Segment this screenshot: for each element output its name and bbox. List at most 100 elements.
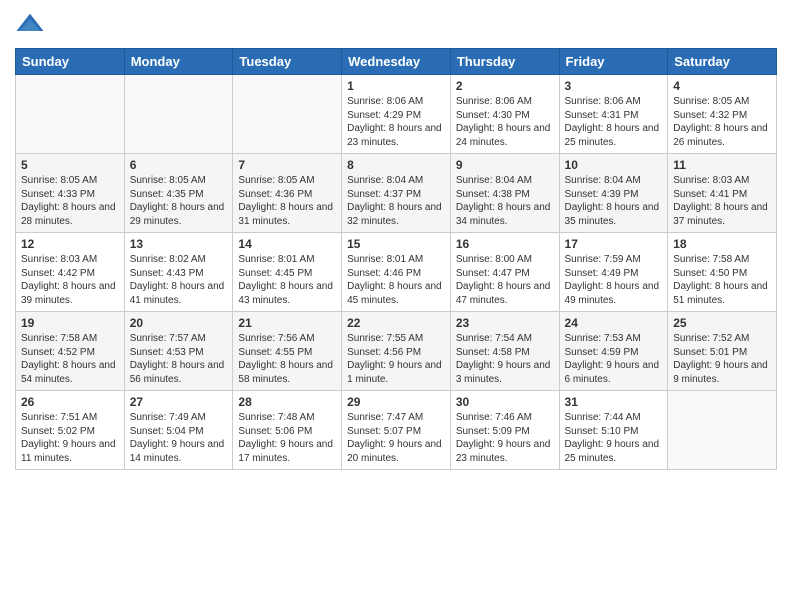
- calendar-cell: 5 Sunrise: 8:05 AM Sunset: 4:33 PM Daylig…: [16, 154, 125, 233]
- calendar-cell: 18Sunrise: 7:58 AM Sunset: 4:50 PM Dayli…: [668, 233, 777, 312]
- day-number: 15: [347, 237, 445, 251]
- day-info: Sunrise: 7:57 AM Sunset: 4:53 PM Dayligh…: [130, 332, 228, 386]
- day-info: Sunrise: 8:02 AM Sunset: 4:43 PM Dayligh…: [130, 253, 228, 307]
- calendar-cell: 13 Sunrise: 8:02 AM Sunset: 4:43 PM Dayli…: [124, 233, 233, 312]
- day-info: Sunrise: 8:01 AM Sunset: 4:45 PM Dayligh…: [238, 253, 336, 307]
- page-container: SundayMondayTuesdayWednesdayThursdayFrid…: [0, 0, 792, 612]
- calendar-cell: 6Sunrise: 8:05 AM Sunset: 4:35 PM Daylig…: [124, 154, 233, 233]
- day-number: 21: [238, 316, 336, 330]
- calendar-cell: 21 Sunrise: 7:56 AM Sunset: 4:55 PM Dayli…: [233, 312, 342, 391]
- day-info: Sunrise: 7:52 AM Sunset: 5:01 PM Dayligh…: [673, 332, 771, 386]
- day-number: 4: [673, 79, 771, 93]
- calendar-cell: 7 Sunrise: 8:05 AM Sunset: 4:36 PM Daylig…: [233, 154, 342, 233]
- day-info: Sunrise: 8:04 AM Sunset: 4:38 PM Dayligh…: [456, 174, 554, 228]
- day-number: 3: [565, 79, 663, 93]
- logo: [15, 10, 49, 40]
- calendar-cell: 24Sunrise: 7:53 AM Sunset: 4:59 PM Dayli…: [559, 312, 668, 391]
- calendar-table: SundayMondayTuesdayWednesdayThursdayFrid…: [15, 48, 777, 470]
- calendar-header-row: SundayMondayTuesdayWednesdayThursdayFrid…: [16, 49, 777, 75]
- day-info: Sunrise: 7:56 AM Sunset: 4:55 PM Dayligh…: [238, 332, 336, 386]
- day-number: 14: [238, 237, 336, 251]
- day-number: 9: [456, 158, 554, 172]
- day-info: Sunrise: 7:47 AM Sunset: 5:07 PM Dayligh…: [347, 411, 445, 465]
- day-number: 7: [238, 158, 336, 172]
- calendar-cell: 16 Sunrise: 8:00 AM Sunset: 4:47 PM Dayli…: [450, 233, 559, 312]
- calendar-cell: 10 Sunrise: 8:04 AM Sunset: 4:39 PM Dayli…: [559, 154, 668, 233]
- day-info: Sunrise: 7:59 AM Sunset: 4:49 PM Dayligh…: [565, 253, 663, 307]
- day-info: Sunrise: 7:58 AM Sunset: 4:52 PM Dayligh…: [21, 332, 119, 386]
- day-info: Sunrise: 7:46 AM Sunset: 5:09 PM Dayligh…: [456, 411, 554, 465]
- day-number: 24: [565, 316, 663, 330]
- calendar-cell: [16, 75, 125, 154]
- calendar-cell: [233, 75, 342, 154]
- day-info: Sunrise: 8:04 AM Sunset: 4:37 PM Dayligh…: [347, 174, 445, 228]
- day-info: Sunrise: 7:48 AM Sunset: 5:06 PM Dayligh…: [238, 411, 336, 465]
- day-number: 17: [565, 237, 663, 251]
- day-number: 23: [456, 316, 554, 330]
- day-info: Sunrise: 8:06 AM Sunset: 4:31 PM Dayligh…: [565, 95, 663, 149]
- day-info: Sunrise: 8:06 AM Sunset: 4:29 PM Dayligh…: [347, 95, 445, 149]
- weekday-header-thursday: Thursday: [450, 49, 559, 75]
- day-number: 20: [130, 316, 228, 330]
- calendar-week-4: 19 Sunrise: 7:58 AM Sunset: 4:52 PM Dayli…: [16, 312, 777, 391]
- day-number: 13: [130, 237, 228, 251]
- calendar-cell: 22Sunrise: 7:55 AM Sunset: 4:56 PM Dayli…: [342, 312, 451, 391]
- calendar-cell: 15 Sunrise: 8:01 AM Sunset: 4:46 PM Dayli…: [342, 233, 451, 312]
- calendar-cell: 14 Sunrise: 8:01 AM Sunset: 4:45 PM Dayli…: [233, 233, 342, 312]
- day-number: 16: [456, 237, 554, 251]
- calendar-cell: 1 Sunrise: 8:06 AM Sunset: 4:29 PM Daylig…: [342, 75, 451, 154]
- calendar-cell: 9 Sunrise: 8:04 AM Sunset: 4:38 PM Daylig…: [450, 154, 559, 233]
- weekday-header-sunday: Sunday: [16, 49, 125, 75]
- calendar-cell: 2Sunrise: 8:06 AM Sunset: 4:30 PM Daylig…: [450, 75, 559, 154]
- day-number: 1: [347, 79, 445, 93]
- day-info: Sunrise: 8:00 AM Sunset: 4:47 PM Dayligh…: [456, 253, 554, 307]
- day-info: Sunrise: 7:51 AM Sunset: 5:02 PM Dayligh…: [21, 411, 119, 465]
- weekday-header-tuesday: Tuesday: [233, 49, 342, 75]
- calendar-cell: 31Sunrise: 7:44 AM Sunset: 5:10 PM Dayli…: [559, 391, 668, 470]
- calendar-cell: [124, 75, 233, 154]
- day-info: Sunrise: 8:05 AM Sunset: 4:36 PM Dayligh…: [238, 174, 336, 228]
- day-number: 25: [673, 316, 771, 330]
- calendar-cell: 3 Sunrise: 8:06 AM Sunset: 4:31 PM Daylig…: [559, 75, 668, 154]
- day-info: Sunrise: 8:04 AM Sunset: 4:39 PM Dayligh…: [565, 174, 663, 228]
- day-number: 29: [347, 395, 445, 409]
- weekday-header-saturday: Saturday: [668, 49, 777, 75]
- calendar-cell: 25 Sunrise: 7:52 AM Sunset: 5:01 PM Dayli…: [668, 312, 777, 391]
- day-number: 27: [130, 395, 228, 409]
- day-info: Sunrise: 8:03 AM Sunset: 4:42 PM Dayligh…: [21, 253, 119, 307]
- calendar-cell: 19 Sunrise: 7:58 AM Sunset: 4:52 PM Dayli…: [16, 312, 125, 391]
- day-info: Sunrise: 8:01 AM Sunset: 4:46 PM Dayligh…: [347, 253, 445, 307]
- calendar-cell: 30 Sunrise: 7:46 AM Sunset: 5:09 PM Dayli…: [450, 391, 559, 470]
- day-info: Sunrise: 7:54 AM Sunset: 4:58 PM Dayligh…: [456, 332, 554, 386]
- calendar-cell: 8Sunrise: 8:04 AM Sunset: 4:37 PM Daylig…: [342, 154, 451, 233]
- calendar-week-1: 1 Sunrise: 8:06 AM Sunset: 4:29 PM Daylig…: [16, 75, 777, 154]
- calendar-cell: 20 Sunrise: 7:57 AM Sunset: 4:53 PM Dayli…: [124, 312, 233, 391]
- day-number: 10: [565, 158, 663, 172]
- day-number: 2: [456, 79, 554, 93]
- day-number: 31: [565, 395, 663, 409]
- day-number: 30: [456, 395, 554, 409]
- day-number: 5: [21, 158, 119, 172]
- day-number: 6: [130, 158, 228, 172]
- calendar-cell: 28 Sunrise: 7:48 AM Sunset: 5:06 PM Dayli…: [233, 391, 342, 470]
- day-info: Sunrise: 7:55 AM Sunset: 4:56 PM Dayligh…: [347, 332, 445, 386]
- day-info: Sunrise: 8:05 AM Sunset: 4:33 PM Dayligh…: [21, 174, 119, 228]
- day-info: Sunrise: 7:49 AM Sunset: 5:04 PM Dayligh…: [130, 411, 228, 465]
- weekday-header-friday: Friday: [559, 49, 668, 75]
- day-number: 18: [673, 237, 771, 251]
- calendar-week-2: 5 Sunrise: 8:05 AM Sunset: 4:33 PM Daylig…: [16, 154, 777, 233]
- logo-icon: [15, 10, 45, 40]
- calendar-cell: 11Sunrise: 8:03 AM Sunset: 4:41 PM Dayli…: [668, 154, 777, 233]
- day-number: 26: [21, 395, 119, 409]
- day-info: Sunrise: 8:03 AM Sunset: 4:41 PM Dayligh…: [673, 174, 771, 228]
- calendar-cell: [668, 391, 777, 470]
- day-info: Sunrise: 8:05 AM Sunset: 4:32 PM Dayligh…: [673, 95, 771, 149]
- day-number: 19: [21, 316, 119, 330]
- day-number: 28: [238, 395, 336, 409]
- day-number: 12: [21, 237, 119, 251]
- calendar-cell: 12 Sunrise: 8:03 AM Sunset: 4:42 PM Dayli…: [16, 233, 125, 312]
- calendar-cell: 23 Sunrise: 7:54 AM Sunset: 4:58 PM Dayli…: [450, 312, 559, 391]
- calendar-cell: 26 Sunrise: 7:51 AM Sunset: 5:02 PM Dayli…: [16, 391, 125, 470]
- calendar-week-3: 12 Sunrise: 8:03 AM Sunset: 4:42 PM Dayli…: [16, 233, 777, 312]
- calendar-cell: 17 Sunrise: 7:59 AM Sunset: 4:49 PM Dayli…: [559, 233, 668, 312]
